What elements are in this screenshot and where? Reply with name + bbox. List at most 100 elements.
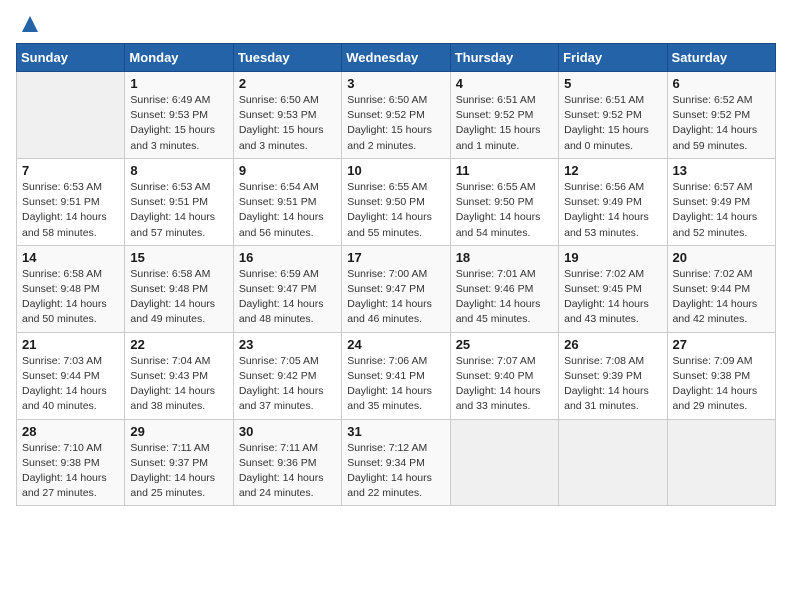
day-number: 21 <box>22 337 119 352</box>
weekday-header-wednesday: Wednesday <box>342 44 450 72</box>
day-number: 31 <box>347 424 444 439</box>
day-number: 15 <box>130 250 227 265</box>
calendar-cell: 14 Sunrise: 6:58 AMSunset: 9:48 PMDayligh… <box>17 245 125 332</box>
day-info: Sunrise: 6:53 AMSunset: 9:51 PMDaylight:… <box>22 180 119 241</box>
day-number: 29 <box>130 424 227 439</box>
week-row-2: 7 Sunrise: 6:53 AMSunset: 9:51 PMDaylight… <box>17 158 776 245</box>
calendar-cell: 2Sunrise: 6:50 AMSunset: 9:53 PMDaylight… <box>233 72 341 159</box>
calendar-cell: 3 Sunrise: 6:50 AMSunset: 9:52 PMDaylight… <box>342 72 450 159</box>
day-number: 2 <box>239 76 336 91</box>
calendar-cell: 28Sunrise: 7:10 AMSunset: 9:38 PMDayligh… <box>17 419 125 506</box>
day-info: Sunrise: 7:09 AMSunset: 9:38 PMDaylight:… <box>673 354 770 415</box>
calendar-cell: 1 Sunrise: 6:49 AMSunset: 9:53 PMDaylight… <box>125 72 233 159</box>
logo-triangle-icon <box>20 14 40 34</box>
calendar-cell: 22 Sunrise: 7:04 AMSunset: 9:43 PMDayligh… <box>125 332 233 419</box>
day-number: 12 <box>564 163 661 178</box>
day-number: 8 <box>130 163 227 178</box>
day-number: 5 <box>564 76 661 91</box>
day-number: 25 <box>456 337 553 352</box>
calendar-cell: 9 Sunrise: 6:54 AMSunset: 9:51 PMDaylight… <box>233 158 341 245</box>
day-number: 16 <box>239 250 336 265</box>
weekday-header-sunday: Sunday <box>17 44 125 72</box>
day-info: Sunrise: 7:11 AMSunset: 9:37 PMDaylight:… <box>130 441 227 502</box>
week-row-3: 14 Sunrise: 6:58 AMSunset: 9:48 PMDayligh… <box>17 245 776 332</box>
day-info: Sunrise: 7:10 AMSunset: 9:38 PMDaylight:… <box>22 441 119 502</box>
day-info: Sunrise: 6:58 AMSunset: 9:48 PMDaylight:… <box>22 267 119 328</box>
day-number: 23 <box>239 337 336 352</box>
day-info: Sunrise: 6:55 AMSunset: 9:50 PMDaylight:… <box>347 180 444 241</box>
day-info: Sunrise: 7:05 AMSunset: 9:42 PMDaylight:… <box>239 354 336 415</box>
day-number: 1 <box>130 76 227 91</box>
day-info: Sunrise: 6:52 AMSunset: 9:52 PMDaylight:… <box>673 93 770 154</box>
calendar-cell <box>450 419 558 506</box>
day-number: 9 <box>239 163 336 178</box>
day-number: 6 <box>673 76 770 91</box>
calendar-cell: 6 Sunrise: 6:52 AMSunset: 9:52 PMDaylight… <box>667 72 775 159</box>
day-number: 19 <box>564 250 661 265</box>
day-number: 18 <box>456 250 553 265</box>
day-number: 27 <box>673 337 770 352</box>
day-info: Sunrise: 7:08 AMSunset: 9:39 PMDaylight:… <box>564 354 661 415</box>
day-number: 7 <box>22 163 119 178</box>
weekday-header-tuesday: Tuesday <box>233 44 341 72</box>
day-info: Sunrise: 7:00 AMSunset: 9:47 PMDaylight:… <box>347 267 444 328</box>
day-info: Sunrise: 6:50 AMSunset: 9:52 PMDaylight:… <box>347 93 444 154</box>
day-number: 20 <box>673 250 770 265</box>
calendar-cell: 26Sunrise: 7:08 AMSunset: 9:39 PMDayligh… <box>559 332 667 419</box>
calendar-cell: 27 Sunrise: 7:09 AMSunset: 9:38 PMDayligh… <box>667 332 775 419</box>
calendar-cell: 31 Sunrise: 7:12 AMSunset: 9:34 PMDayligh… <box>342 419 450 506</box>
day-info: Sunrise: 6:51 AMSunset: 9:52 PMDaylight:… <box>456 93 553 154</box>
day-number: 22 <box>130 337 227 352</box>
page-header <box>16 16 776 35</box>
day-number: 24 <box>347 337 444 352</box>
weekday-header-friday: Friday <box>559 44 667 72</box>
day-info: Sunrise: 6:59 AMSunset: 9:47 PMDaylight:… <box>239 267 336 328</box>
day-number: 14 <box>22 250 119 265</box>
day-info: Sunrise: 6:57 AMSunset: 9:49 PMDaylight:… <box>673 180 770 241</box>
calendar-cell <box>667 419 775 506</box>
calendar-cell: 15Sunrise: 6:58 AMSunset: 9:48 PMDayligh… <box>125 245 233 332</box>
day-info: Sunrise: 7:01 AMSunset: 9:46 PMDaylight:… <box>456 267 553 328</box>
calendar-cell: 30 Sunrise: 7:11 AMSunset: 9:36 PMDayligh… <box>233 419 341 506</box>
day-info: Sunrise: 7:11 AMSunset: 9:36 PMDaylight:… <box>239 441 336 502</box>
calendar-cell: 12 Sunrise: 6:56 AMSunset: 9:49 PMDayligh… <box>559 158 667 245</box>
calendar-cell: 24 Sunrise: 7:06 AMSunset: 9:41 PMDayligh… <box>342 332 450 419</box>
calendar-cell: 4 Sunrise: 6:51 AMSunset: 9:52 PMDaylight… <box>450 72 558 159</box>
day-info: Sunrise: 7:12 AMSunset: 9:34 PMDaylight:… <box>347 441 444 502</box>
calendar-cell: 5 Sunrise: 6:51 AMSunset: 9:52 PMDaylight… <box>559 72 667 159</box>
weekday-header-monday: Monday <box>125 44 233 72</box>
day-info: Sunrise: 7:02 AMSunset: 9:44 PMDaylight:… <box>673 267 770 328</box>
week-row-5: 28Sunrise: 7:10 AMSunset: 9:38 PMDayligh… <box>17 419 776 506</box>
calendar-cell: 17 Sunrise: 7:00 AMSunset: 9:47 PMDayligh… <box>342 245 450 332</box>
day-info: Sunrise: 7:03 AMSunset: 9:44 PMDaylight:… <box>22 354 119 415</box>
day-info: Sunrise: 6:56 AMSunset: 9:49 PMDaylight:… <box>564 180 661 241</box>
day-info: Sunrise: 6:53 AMSunset: 9:51 PMDaylight:… <box>130 180 227 241</box>
calendar-cell: 7 Sunrise: 6:53 AMSunset: 9:51 PMDaylight… <box>17 158 125 245</box>
calendar-cell: 10 Sunrise: 6:55 AMSunset: 9:50 PMDayligh… <box>342 158 450 245</box>
day-number: 17 <box>347 250 444 265</box>
calendar-cell <box>17 72 125 159</box>
week-row-4: 21 Sunrise: 7:03 AMSunset: 9:44 PMDayligh… <box>17 332 776 419</box>
logo <box>16 16 40 35</box>
day-info: Sunrise: 7:04 AMSunset: 9:43 PMDaylight:… <box>130 354 227 415</box>
day-info: Sunrise: 6:51 AMSunset: 9:52 PMDaylight:… <box>564 93 661 154</box>
calendar-cell: 21 Sunrise: 7:03 AMSunset: 9:44 PMDayligh… <box>17 332 125 419</box>
weekday-header-saturday: Saturday <box>667 44 775 72</box>
day-number: 11 <box>456 163 553 178</box>
calendar-body: 1 Sunrise: 6:49 AMSunset: 9:53 PMDaylight… <box>17 72 776 506</box>
calendar-cell: 16 Sunrise: 6:59 AMSunset: 9:47 PMDayligh… <box>233 245 341 332</box>
weekday-header-row: SundayMondayTuesdayWednesdayThursdayFrid… <box>17 44 776 72</box>
day-number: 4 <box>456 76 553 91</box>
day-info: Sunrise: 7:06 AMSunset: 9:41 PMDaylight:… <box>347 354 444 415</box>
calendar-table: SundayMondayTuesdayWednesdayThursdayFrid… <box>16 43 776 506</box>
calendar-cell: 25 Sunrise: 7:07 AMSunset: 9:40 PMDayligh… <box>450 332 558 419</box>
weekday-header-thursday: Thursday <box>450 44 558 72</box>
calendar-cell: 13 Sunrise: 6:57 AMSunset: 9:49 PMDayligh… <box>667 158 775 245</box>
day-number: 30 <box>239 424 336 439</box>
day-info: Sunrise: 6:49 AMSunset: 9:53 PMDaylight:… <box>130 93 227 154</box>
day-number: 3 <box>347 76 444 91</box>
day-number: 10 <box>347 163 444 178</box>
day-info: Sunrise: 6:54 AMSunset: 9:51 PMDaylight:… <box>239 180 336 241</box>
day-number: 13 <box>673 163 770 178</box>
day-info: Sunrise: 7:07 AMSunset: 9:40 PMDaylight:… <box>456 354 553 415</box>
